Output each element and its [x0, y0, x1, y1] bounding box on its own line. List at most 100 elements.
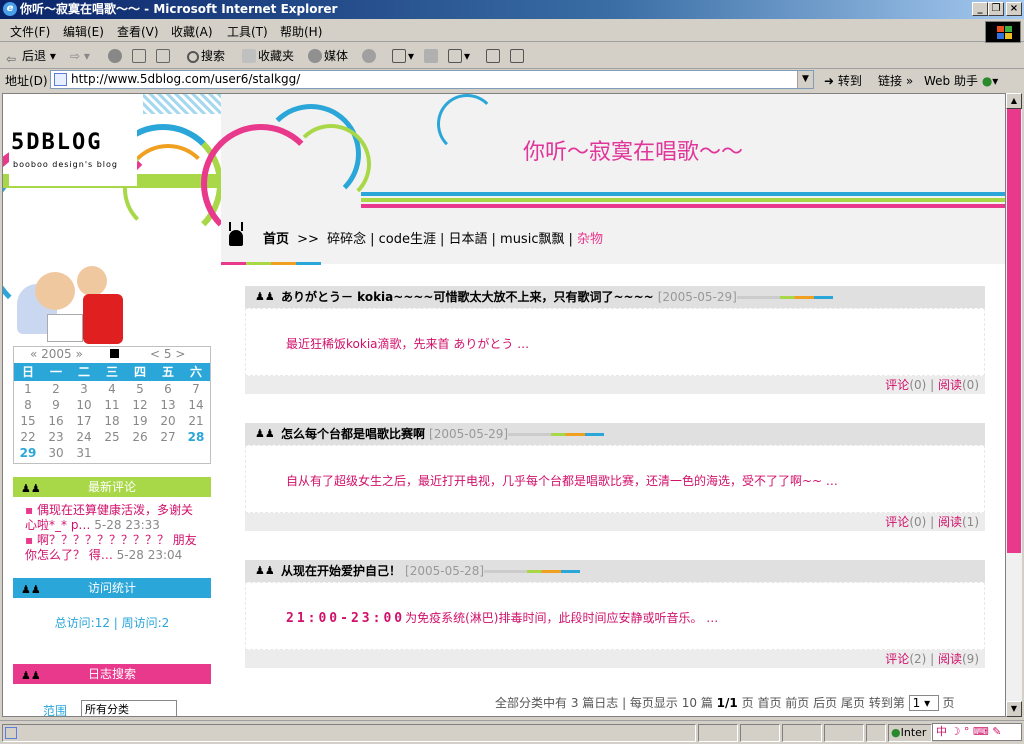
- nav-item-music[interactable]: music飘飘: [500, 232, 564, 247]
- scroll-up-button[interactable]: ▲: [1006, 93, 1022, 109]
- messenger-button[interactable]: [510, 47, 526, 65]
- calendar-day[interactable]: 19: [126, 413, 154, 429]
- comment-item[interactable]: ▪ 啊？？？？？？？？？？ 朋友你怎么了？ 得… 5-28 23:04: [25, 533, 199, 563]
- history-button[interactable]: [362, 47, 378, 65]
- calendar-day[interactable]: 10: [70, 397, 98, 413]
- alien-icon: ♟♟: [21, 669, 41, 682]
- address-dropdown-button[interactable]: ▼: [797, 71, 813, 88]
- weekday-label: 二: [77, 365, 90, 379]
- calendar-day[interactable]: 3: [70, 381, 98, 397]
- calendar-month-nav[interactable]: < 5 >: [150, 347, 185, 361]
- calendar-day[interactable]: 6: [154, 381, 182, 397]
- nav-home[interactable]: 首页: [263, 232, 289, 247]
- calendar-day[interactable]: 5: [126, 381, 154, 397]
- scroll-thumb[interactable]: [1007, 109, 1021, 553]
- forward-button[interactable]: ⇨ ▾: [70, 47, 90, 65]
- search-button[interactable]: 搜索: [187, 47, 225, 65]
- calendar-day[interactable]: 18: [98, 413, 126, 429]
- calendar-day[interactable]: 9: [42, 397, 70, 413]
- discuss-button[interactable]: [486, 47, 502, 65]
- nav-item-suisuinian[interactable]: 碎碎念: [327, 232, 366, 247]
- calendar-day[interactable]: 22: [14, 429, 42, 445]
- post-title[interactable]: 怎么每个台都是唱歌比赛啊: [281, 427, 425, 441]
- reads-link[interactable]: 阅读: [938, 652, 962, 666]
- print-button[interactable]: [424, 47, 440, 65]
- menu-help[interactable]: 帮助(H): [280, 23, 322, 40]
- post-excerpt: 自从有了超级女生之后，最近打开电视，几乎每个台都是唱歌比赛，还清一色的海选，受不…: [286, 474, 838, 488]
- calendar-week-row: 29 30 31: [14, 445, 210, 461]
- calendar-day[interactable]: 4: [98, 381, 126, 397]
- calendar-day[interactable]: 20: [154, 413, 182, 429]
- links-button[interactable]: 链接 »: [878, 72, 913, 89]
- post-footer: 评论(0) | 阅读(1): [245, 513, 985, 531]
- scroll-down-button[interactable]: ▼: [1006, 701, 1022, 717]
- menu-edit[interactable]: 编辑(E): [63, 23, 104, 40]
- nav-item-japanese[interactable]: 日本語: [449, 232, 488, 247]
- post-title[interactable]: 从现在开始爱护自己！: [281, 564, 401, 578]
- comment-item[interactable]: ▪ 偶现在还算健康活泼，多谢关心啦*_* p… 5-28 23:33: [25, 503, 199, 533]
- calendar-day[interactable]: 26: [126, 429, 154, 445]
- calendar-day[interactable]: 14: [182, 397, 210, 413]
- web-helper-button[interactable]: Web 助手 ●▾: [924, 72, 998, 89]
- reads-link[interactable]: 阅读: [938, 378, 962, 392]
- calendar-day[interactable]: 2: [42, 381, 70, 397]
- pager-first[interactable]: 首页: [757, 696, 781, 710]
- calendar-day[interactable]: 11: [98, 397, 126, 413]
- calendar-day[interactable]: 17: [70, 413, 98, 429]
- stop-button[interactable]: [108, 47, 124, 65]
- ie-window: e 你听～寂寞在唱歌～～ - Microsoft Internet Explor…: [0, 0, 1024, 744]
- refresh-icon: [132, 49, 146, 63]
- calendar-day[interactable]: 1: [14, 381, 42, 397]
- calendar-day[interactable]: 29: [14, 445, 42, 461]
- minimize-button[interactable]: _: [972, 2, 988, 16]
- edit-button[interactable]: ▾: [448, 47, 470, 65]
- menu-file[interactable]: 文件(F): [10, 23, 50, 40]
- comments-link[interactable]: 评论: [885, 515, 909, 529]
- maximize-button[interactable]: ❐: [988, 2, 1004, 16]
- refresh-button[interactable]: [132, 47, 148, 65]
- mascot-illustration: [17, 254, 127, 346]
- calendar-day[interactable]: 16: [42, 413, 70, 429]
- calendar-year-nav[interactable]: « 2005 »: [30, 347, 83, 361]
- mail-button[interactable]: ▾: [392, 47, 414, 65]
- calendar-day[interactable]: 7: [182, 381, 210, 397]
- comments-link[interactable]: 评论: [885, 652, 909, 666]
- calendar-day[interactable]: 27: [154, 429, 182, 445]
- pager-page-select[interactable]: 1 ▾: [908, 695, 939, 711]
- favorites-button[interactable]: 收藏夹: [242, 47, 294, 65]
- address-input[interactable]: http://www.5dblog.com/user6/stalkgg/ ▼: [50, 70, 814, 89]
- pager-next[interactable]: 后页: [813, 696, 837, 710]
- pager-pages: 1/1: [716, 696, 738, 710]
- calendar-day[interactable]: 23: [42, 429, 70, 445]
- search-scope-select[interactable]: 所有分类: [81, 700, 177, 716]
- go-button[interactable]: ➜ 转到: [824, 72, 862, 89]
- calendar-day[interactable]: 21: [182, 413, 210, 429]
- post-title[interactable]: ありがとう－ kokia~~~~可惜歌太大放不上来，只有歌词了~~~~: [281, 290, 654, 304]
- calendar-day[interactable]: 30: [42, 445, 70, 461]
- print-icon: [424, 49, 438, 63]
- pager-prev[interactable]: 前页: [785, 696, 809, 710]
- vertical-scrollbar[interactable]: ▲ ▼: [1006, 93, 1022, 717]
- nav-item-misc[interactable]: 杂物: [577, 232, 603, 247]
- pager-last[interactable]: 尾页: [841, 696, 865, 710]
- calendar-day[interactable]: 8: [14, 397, 42, 413]
- calendar-day[interactable]: 12: [126, 397, 154, 413]
- back-button[interactable]: ⇦ 后退 ▾: [6, 47, 56, 66]
- home-button[interactable]: [156, 47, 172, 65]
- nav-item-code[interactable]: code生涯: [379, 232, 436, 247]
- media-button[interactable]: 媒体: [308, 47, 348, 65]
- word-icon: [448, 49, 462, 63]
- calendar-day[interactable]: 13: [154, 397, 182, 413]
- menu-favorites[interactable]: 收藏(A): [171, 23, 213, 40]
- calendar-day[interactable]: 28: [182, 429, 210, 445]
- comments-link[interactable]: 评论: [885, 378, 909, 392]
- close-button[interactable]: ×: [1006, 2, 1022, 16]
- reads-link[interactable]: 阅读: [938, 515, 962, 529]
- menu-view[interactable]: 查看(V): [117, 23, 159, 40]
- ime-toolbar[interactable]: 中 ☽ ° ⌨ ✎: [932, 723, 1022, 741]
- calendar-day[interactable]: 25: [98, 429, 126, 445]
- calendar-day[interactable]: 31: [70, 445, 98, 461]
- calendar-day[interactable]: 15: [14, 413, 42, 429]
- menu-tools[interactable]: 工具(T): [227, 23, 268, 40]
- calendar-day[interactable]: 24: [70, 429, 98, 445]
